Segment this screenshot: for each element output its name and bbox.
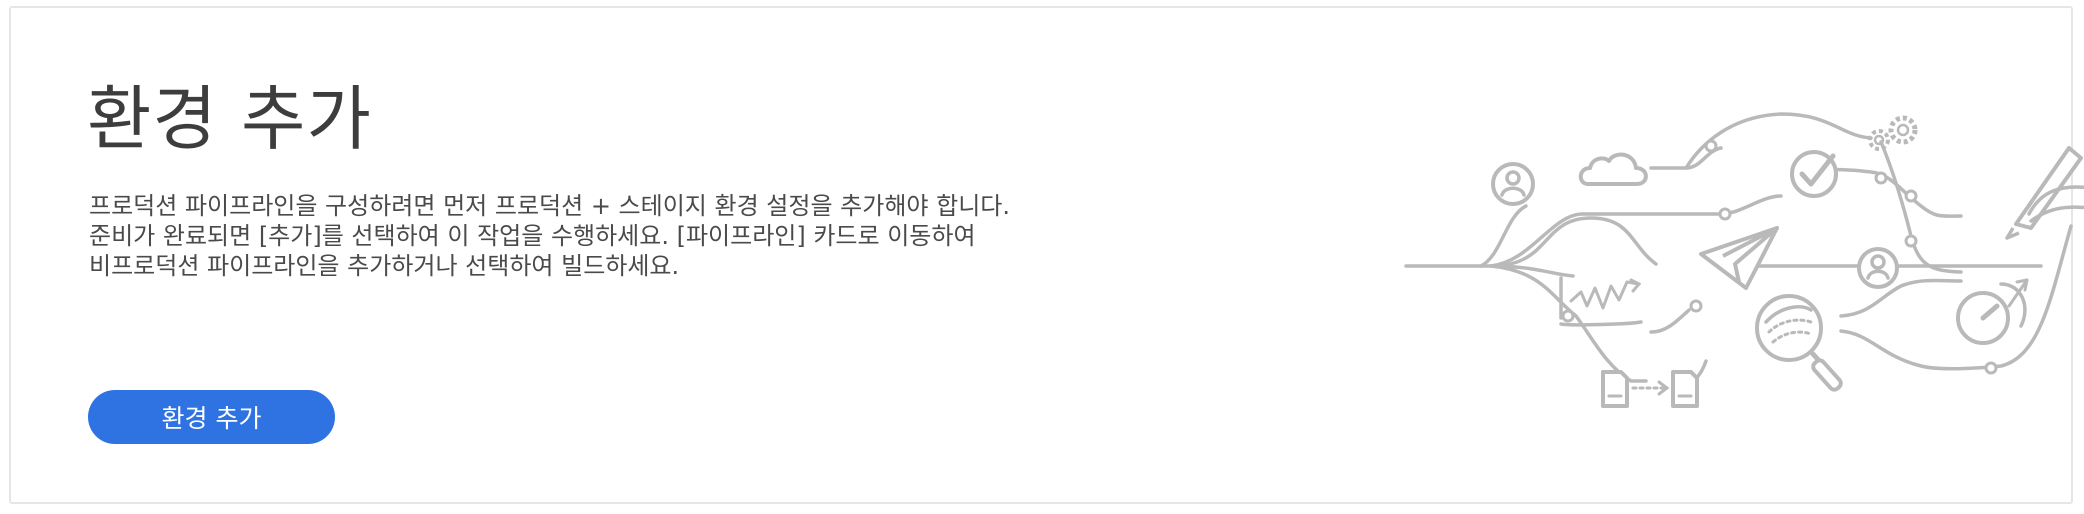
cloud-icon	[1578, 152, 1648, 186]
description-line: 비프로덕션 파이프라인을 추가하거나 선택하여 빌드하세요.	[89, 252, 680, 280]
search-icon	[1755, 294, 1843, 392]
document-icon	[1671, 370, 1699, 408]
page-title: 환경 추가	[87, 78, 372, 160]
pipeline-illustration	[1401, 96, 2084, 426]
add-environment-button[interactable]: 환경 추가	[88, 390, 335, 444]
gear-icon	[1868, 115, 1918, 151]
paper-plane-icon	[1699, 226, 1779, 290]
description: 프로덕션 파이프라인을 구성하려면 먼저 프로덕션 + 스테이지 환경 설정을 …	[89, 191, 1089, 281]
user-icon	[1491, 162, 1535, 206]
description-line: 프로덕션 파이프라인을 구성하려면 먼저 프로덕션 + 스테이지 환경 설정을 …	[89, 192, 1010, 220]
checkmark-icon	[1790, 150, 1838, 198]
user-icon	[1857, 247, 1899, 289]
pipeline-illustration-graphic	[1404, 112, 2084, 408]
document-icon	[1601, 370, 1629, 408]
empty-state-panel: 환경 추가 프로덕션 파이프라인을 구성하려면 먼저 프로덕션 + 스테이지 환…	[9, 6, 2084, 504]
description-line: 준비가 완료되면 [추가]를 선택하여 이 작업을 수행하세요. [파이프라인]…	[89, 222, 976, 250]
pen-icon	[2005, 146, 2084, 240]
